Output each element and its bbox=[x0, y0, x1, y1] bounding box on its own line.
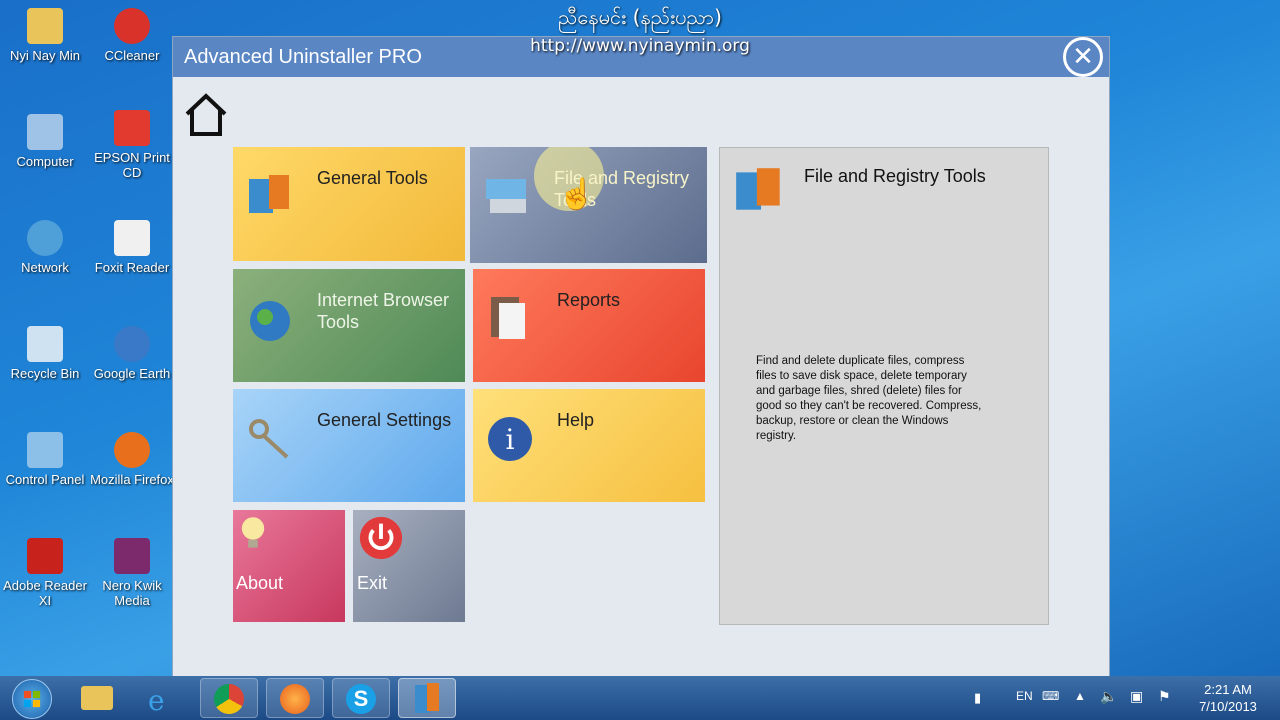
taskbar-chrome[interactable] bbox=[200, 678, 258, 718]
volume-icon[interactable]: 🔈 bbox=[1100, 688, 1117, 705]
network-icon bbox=[27, 220, 63, 256]
desktop-icon-epson[interactable]: EPSON Print CD bbox=[87, 110, 177, 180]
firefox-icon bbox=[114, 432, 150, 468]
tile-label: Reports bbox=[557, 290, 621, 310]
description-panel: File and Registry Tools Find and delete … bbox=[719, 147, 1049, 625]
cube-icon bbox=[249, 175, 289, 213]
tile-general-tools[interactable]: General Tools bbox=[233, 147, 465, 261]
tile-label: General Tools bbox=[317, 168, 428, 188]
desktop-icon-foxit[interactable]: Foxit Reader bbox=[87, 220, 177, 275]
desktop-icon-label: Recycle Bin bbox=[10, 366, 80, 381]
tile-reports[interactable]: Reports bbox=[473, 269, 705, 382]
desktop-icon-label: EPSON Print CD bbox=[94, 150, 170, 180]
cube-icon bbox=[736, 168, 780, 210]
cube-side bbox=[427, 683, 439, 711]
tile-internet-browser-tools[interactable]: Internet Browser Tools bbox=[233, 269, 465, 382]
desktop-icon-computer[interactable]: Computer bbox=[0, 114, 90, 169]
desktop-icon-google-earth[interactable]: Google Earth bbox=[87, 326, 177, 381]
desktop-icon-label: Computer bbox=[16, 154, 74, 169]
panel-description: Find and delete duplicate files, compres… bbox=[756, 355, 982, 442]
taskbar-internet-explorer[interactable]: e bbox=[134, 678, 192, 718]
usb-icon[interactable]: ▮ bbox=[974, 690, 981, 706]
recycle-bin-icon bbox=[27, 326, 63, 362]
tile-label: Help bbox=[557, 410, 595, 430]
taskbar: e S ▮ EN ⌨ ▲ 🔈 ▣ ⚑ 2:21 AM 7/10/2013 bbox=[0, 676, 1280, 720]
tile-general-settings[interactable]: General Settings bbox=[233, 389, 465, 502]
app-window: Advanced Uninstaller PRO ✕ General Tools… bbox=[172, 36, 1110, 678]
action-center-flag-icon[interactable]: ⚑ bbox=[1158, 688, 1171, 705]
epson-icon bbox=[114, 110, 150, 146]
registry-icon bbox=[486, 179, 526, 213]
tile-help[interactable]: i Help bbox=[473, 389, 705, 502]
adobe-reader-icon bbox=[27, 538, 63, 574]
start-button[interactable] bbox=[12, 679, 52, 719]
desktop-icon-recycle-bin[interactable]: Recycle Bin bbox=[0, 326, 90, 381]
foxit-icon bbox=[114, 220, 150, 256]
google-earth-icon bbox=[114, 326, 150, 362]
channel-url: http://www.nyinaymin.org bbox=[530, 36, 750, 56]
taskbar-firefox[interactable] bbox=[266, 678, 324, 718]
skype-icon: S bbox=[346, 684, 376, 714]
clock-date: 7/10/2013 bbox=[1199, 699, 1257, 714]
lightbulb-icon bbox=[241, 517, 265, 548]
globe-icon bbox=[250, 301, 290, 341]
power-icon bbox=[359, 516, 403, 560]
tile-label: Internet Browser Tools bbox=[317, 290, 450, 332]
panel-title: File and Registry Tools bbox=[804, 166, 986, 186]
tile-about[interactable]: About bbox=[233, 510, 345, 622]
show-hidden-icons-icon[interactable]: ▲ bbox=[1074, 689, 1086, 703]
firefox-icon bbox=[280, 684, 310, 714]
desktop-icon-label: Mozilla Firefox bbox=[90, 472, 174, 487]
clipboard-icon bbox=[491, 297, 525, 339]
desktop-icon-network[interactable]: Network bbox=[0, 220, 90, 275]
chrome-icon bbox=[214, 684, 244, 714]
taskbar-advanced-uninstaller[interactable] bbox=[398, 678, 456, 718]
tile-label: General Settings bbox=[317, 410, 452, 430]
desktop-icon-label: Network bbox=[21, 260, 69, 275]
network-tray-icon[interactable]: ▣ bbox=[1130, 688, 1143, 705]
clock-time: 2:21 AM bbox=[1204, 682, 1252, 697]
tile-label: About bbox=[236, 573, 284, 593]
desktop-icon-label: Adobe Reader XI bbox=[3, 578, 87, 608]
home-icon[interactable] bbox=[183, 92, 229, 138]
desktop-icon-label: Control Panel bbox=[5, 472, 85, 487]
language-indicator[interactable]: EN bbox=[1016, 689, 1033, 703]
channel-title-burmese: ညီနေမင်း (နည်းပညာ) bbox=[558, 5, 722, 29]
windows-logo-icon bbox=[23, 690, 41, 708]
computer-icon bbox=[27, 114, 63, 150]
desktop-icon-adobe-reader[interactable]: Adobe Reader XI bbox=[0, 538, 90, 608]
taskbar-explorer[interactable] bbox=[68, 678, 126, 718]
info-icon: i bbox=[488, 417, 532, 461]
keys-icon bbox=[249, 419, 289, 459]
taskbar-skype[interactable]: S bbox=[332, 678, 390, 718]
desktop-icon-label: Nero Kwik Media bbox=[102, 578, 162, 608]
desktop-icon-control-panel[interactable]: Control Panel bbox=[0, 432, 90, 487]
control-panel-icon bbox=[27, 432, 63, 468]
nero-icon bbox=[114, 538, 150, 574]
internet-explorer-icon: e bbox=[148, 684, 165, 717]
tile-label: Exit bbox=[357, 573, 388, 593]
desktop-icon-label: Google Earth bbox=[93, 366, 171, 381]
clock[interactable]: 2:21 AM 7/10/2013 bbox=[1186, 681, 1270, 715]
svg-text:i: i bbox=[506, 423, 515, 456]
hand-cursor-icon: ☝ bbox=[558, 178, 596, 211]
tile-file-registry-tools[interactable]: File and Registry Tools ☝ bbox=[470, 147, 707, 263]
desktop-icon-firefox[interactable]: Mozilla Firefox bbox=[87, 432, 177, 487]
keyboard-icon[interactable]: ⌨ bbox=[1042, 689, 1059, 703]
tile-exit[interactable]: Exit bbox=[353, 510, 465, 622]
desktop-icon-nero[interactable]: Nero Kwik Media bbox=[87, 538, 177, 608]
folder-icon bbox=[81, 686, 113, 710]
desktop-icon-label: Foxit Reader bbox=[94, 260, 170, 275]
